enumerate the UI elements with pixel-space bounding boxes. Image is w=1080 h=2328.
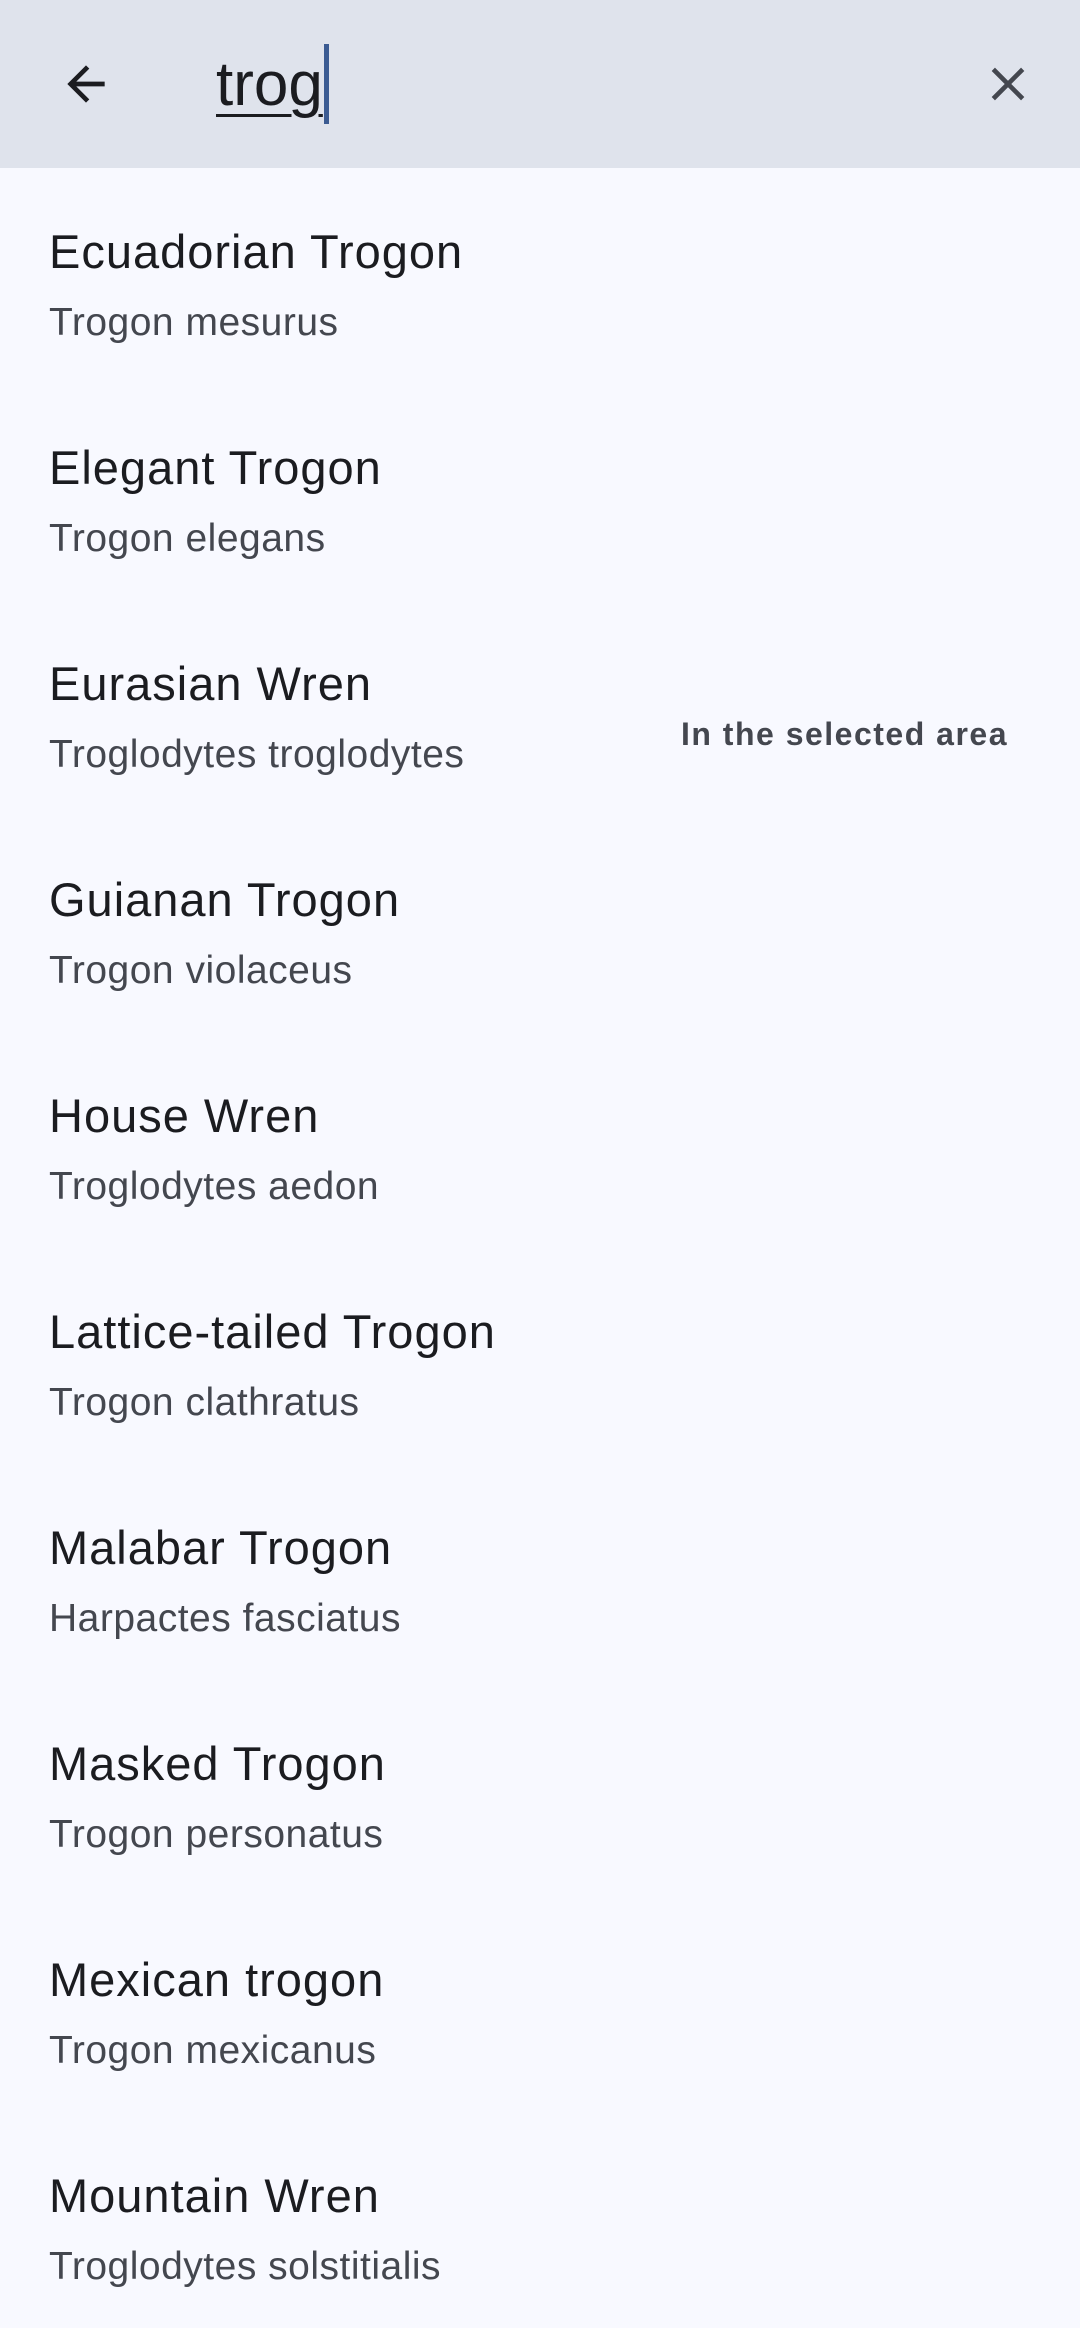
scientific-name: Trogon mesurus [49,301,339,344]
close-icon [991,67,1025,101]
scientific-name: Trogon personatus [49,1813,384,1856]
arrow-back-icon [67,65,105,103]
list-item[interactable]: Eurasian Wren Troglodytes troglodytes In t… [0,600,1080,816]
scientific-name: Trogon elegans [49,517,326,560]
list-item[interactable]: Mountain Wren Troglodytes solstitialis [0,2112,1080,2328]
list-item[interactable]: Malabar Trogon Harpactes fasciatus [0,1464,1080,1680]
list-item[interactable]: Mexican trogon Trogon mexicanus [0,1896,1080,2112]
search-input[interactable]: trog [216,34,916,134]
search-bar: trog [0,0,1080,168]
common-name: Lattice-tailed Trogon [49,1305,496,1358]
search-query[interactable]: trog [216,49,323,120]
back-button[interactable] [44,42,128,126]
common-name: Elegant Trogon [49,441,382,494]
common-name: Mountain Wren [49,2169,380,2222]
area-badge: In the selected area [680,716,1008,752]
scientific-name: Trogon clathratus [49,1381,360,1424]
list-item[interactable]: Masked Trogon Trogon personatus [0,1680,1080,1896]
scientific-name: Troglodytes troglodytes [49,733,465,776]
common-name: Malabar Trogon [49,1521,393,1574]
list-item[interactable]: Elegant Trogon Trogon elegans [0,384,1080,600]
common-name: Guianan Trogon [49,873,401,926]
scientific-name: Trogon violaceus [49,949,353,992]
scientific-name: Harpactes fasciatus [49,1597,401,1640]
clear-search-button[interactable] [966,42,1050,126]
text-caret [323,44,329,124]
list-item[interactable]: Guianan Trogon Trogon violaceus [0,816,1080,1032]
common-name: Eurasian Wren [49,657,372,710]
list-item[interactable]: House Wren Troglodytes aedon [0,1032,1080,1248]
common-name: Mexican trogon [49,1953,385,2006]
common-name: Ecuadorian Trogon [49,225,464,278]
scientific-name: Troglodytes aedon [49,1165,380,1208]
list-item[interactable]: Ecuadorian Trogon Trogon mesurus [0,168,1080,384]
scientific-name: Troglodytes solstitialis [49,2245,442,2288]
common-name: House Wren [49,1089,320,1142]
scientific-name: Trogon mexicanus [49,2029,377,2072]
common-name: Masked Trogon [49,1737,386,1790]
results-list: Ecuadorian Trogon Trogon mesurus Elegant T… [0,168,1080,2328]
list-item[interactable]: Lattice-tailed Trogon Trogon clathratus [0,1248,1080,1464]
